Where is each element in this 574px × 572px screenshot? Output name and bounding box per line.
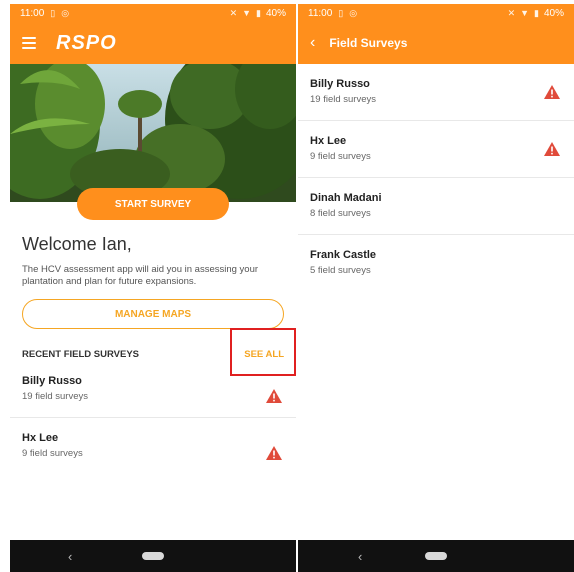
survey-row-billy-russo[interactable]: Billy Russo 19 field surveys: [298, 64, 574, 120]
nav-back-icon[interactable]: ‹: [358, 549, 362, 564]
survey-row-billy-russo[interactable]: Billy Russo 19 field surveys: [10, 375, 296, 417]
surveyor-name: Dinah Madani: [310, 192, 382, 204]
status-time: 11:00: [308, 7, 333, 19]
surveyor-name: Billy Russo: [310, 78, 370, 90]
wifi-icon: ▼: [520, 8, 530, 18]
start-survey-button[interactable]: START SURVEY: [77, 188, 229, 220]
warning-icon: [266, 389, 282, 403]
app-bar: ‹ Field Surveys: [298, 22, 574, 64]
wifi-icon: ▼: [242, 8, 252, 18]
highlight-box: [230, 328, 296, 376]
nav-home-icon[interactable]: [425, 552, 447, 560]
mute-icon: ✕: [229, 7, 238, 18]
notification-icon: ▯: [50, 7, 56, 18]
hero-image: [10, 64, 296, 202]
recent-surveys-title: RECENT FIELD SURVEYS: [22, 349, 140, 360]
surveyor-name: Hx Lee: [310, 135, 347, 147]
divider: [10, 417, 296, 418]
battery-icon: ▮: [534, 7, 539, 18]
survey-count: 19 field surveys: [310, 94, 377, 105]
surveyor-name: Hx Lee: [22, 432, 59, 444]
survey-count: 19 field surveys: [22, 391, 89, 402]
surveyor-name: Billy Russo: [22, 375, 82, 387]
page-title: Field Surveys: [329, 36, 408, 50]
survey-count: 5 field surveys: [310, 265, 371, 276]
notification-icon: ▯: [338, 7, 344, 18]
battery-icon: ▮: [256, 7, 261, 18]
warning-icon: [544, 85, 560, 99]
warning-icon: [544, 142, 560, 156]
back-arrow-icon[interactable]: ‹: [310, 34, 315, 52]
survey-count: 9 field surveys: [310, 151, 371, 162]
survey-row-dinah-madani[interactable]: Dinah Madani 8 field surveys: [298, 178, 574, 234]
survey-count: 9 field surveys: [22, 448, 83, 459]
app-description: The HCV assessment app will aid you in a…: [22, 264, 259, 287]
system-nav-bar: ‹: [10, 540, 296, 572]
manage-maps-button[interactable]: MANAGE MAPS: [22, 299, 284, 329]
mute-icon: ✕: [507, 7, 516, 18]
app-logo: RSPO: [56, 31, 117, 54]
system-nav-bar: ‹: [298, 540, 574, 572]
status-time: 11:00: [20, 7, 45, 19]
surveyor-name: Frank Castle: [310, 249, 377, 261]
battery-level: 40%: [543, 7, 564, 19]
settings-icon: ◎: [349, 7, 358, 18]
field-surveys-screen: 11:00 ▯ ◎ ✕ ▼ ▮ 40% ‹ Field Surveys Bill…: [298, 4, 574, 572]
status-bar: 11:00 ▯ ◎ ✕ ▼ ▮ 40%: [10, 4, 296, 22]
app-bar: RSPO: [10, 22, 296, 64]
survey-row-frank-castle[interactable]: Frank Castle 5 field surveys: [298, 235, 574, 291]
nav-home-icon[interactable]: [142, 552, 164, 560]
nav-back-icon[interactable]: ‹: [68, 549, 72, 564]
welcome-heading: Welcome Ian,: [22, 234, 132, 254]
battery-level: 40%: [265, 7, 286, 19]
survey-row-hx-lee[interactable]: Hx Lee 9 field surveys: [10, 432, 296, 474]
survey-count: 8 field surveys: [310, 208, 371, 219]
menu-icon[interactable]: [22, 37, 36, 49]
status-bar: 11:00 ▯ ◎ ✕ ▼ ▮ 40%: [298, 4, 574, 22]
home-screen: 11:00 ▯ ◎ ✕ ▼ ▮ 40% RSPO START SURVEY We…: [10, 4, 296, 572]
warning-icon: [266, 446, 282, 460]
survey-row-hx-lee[interactable]: Hx Lee 9 field surveys: [298, 121, 574, 177]
settings-icon: ◎: [61, 7, 70, 18]
